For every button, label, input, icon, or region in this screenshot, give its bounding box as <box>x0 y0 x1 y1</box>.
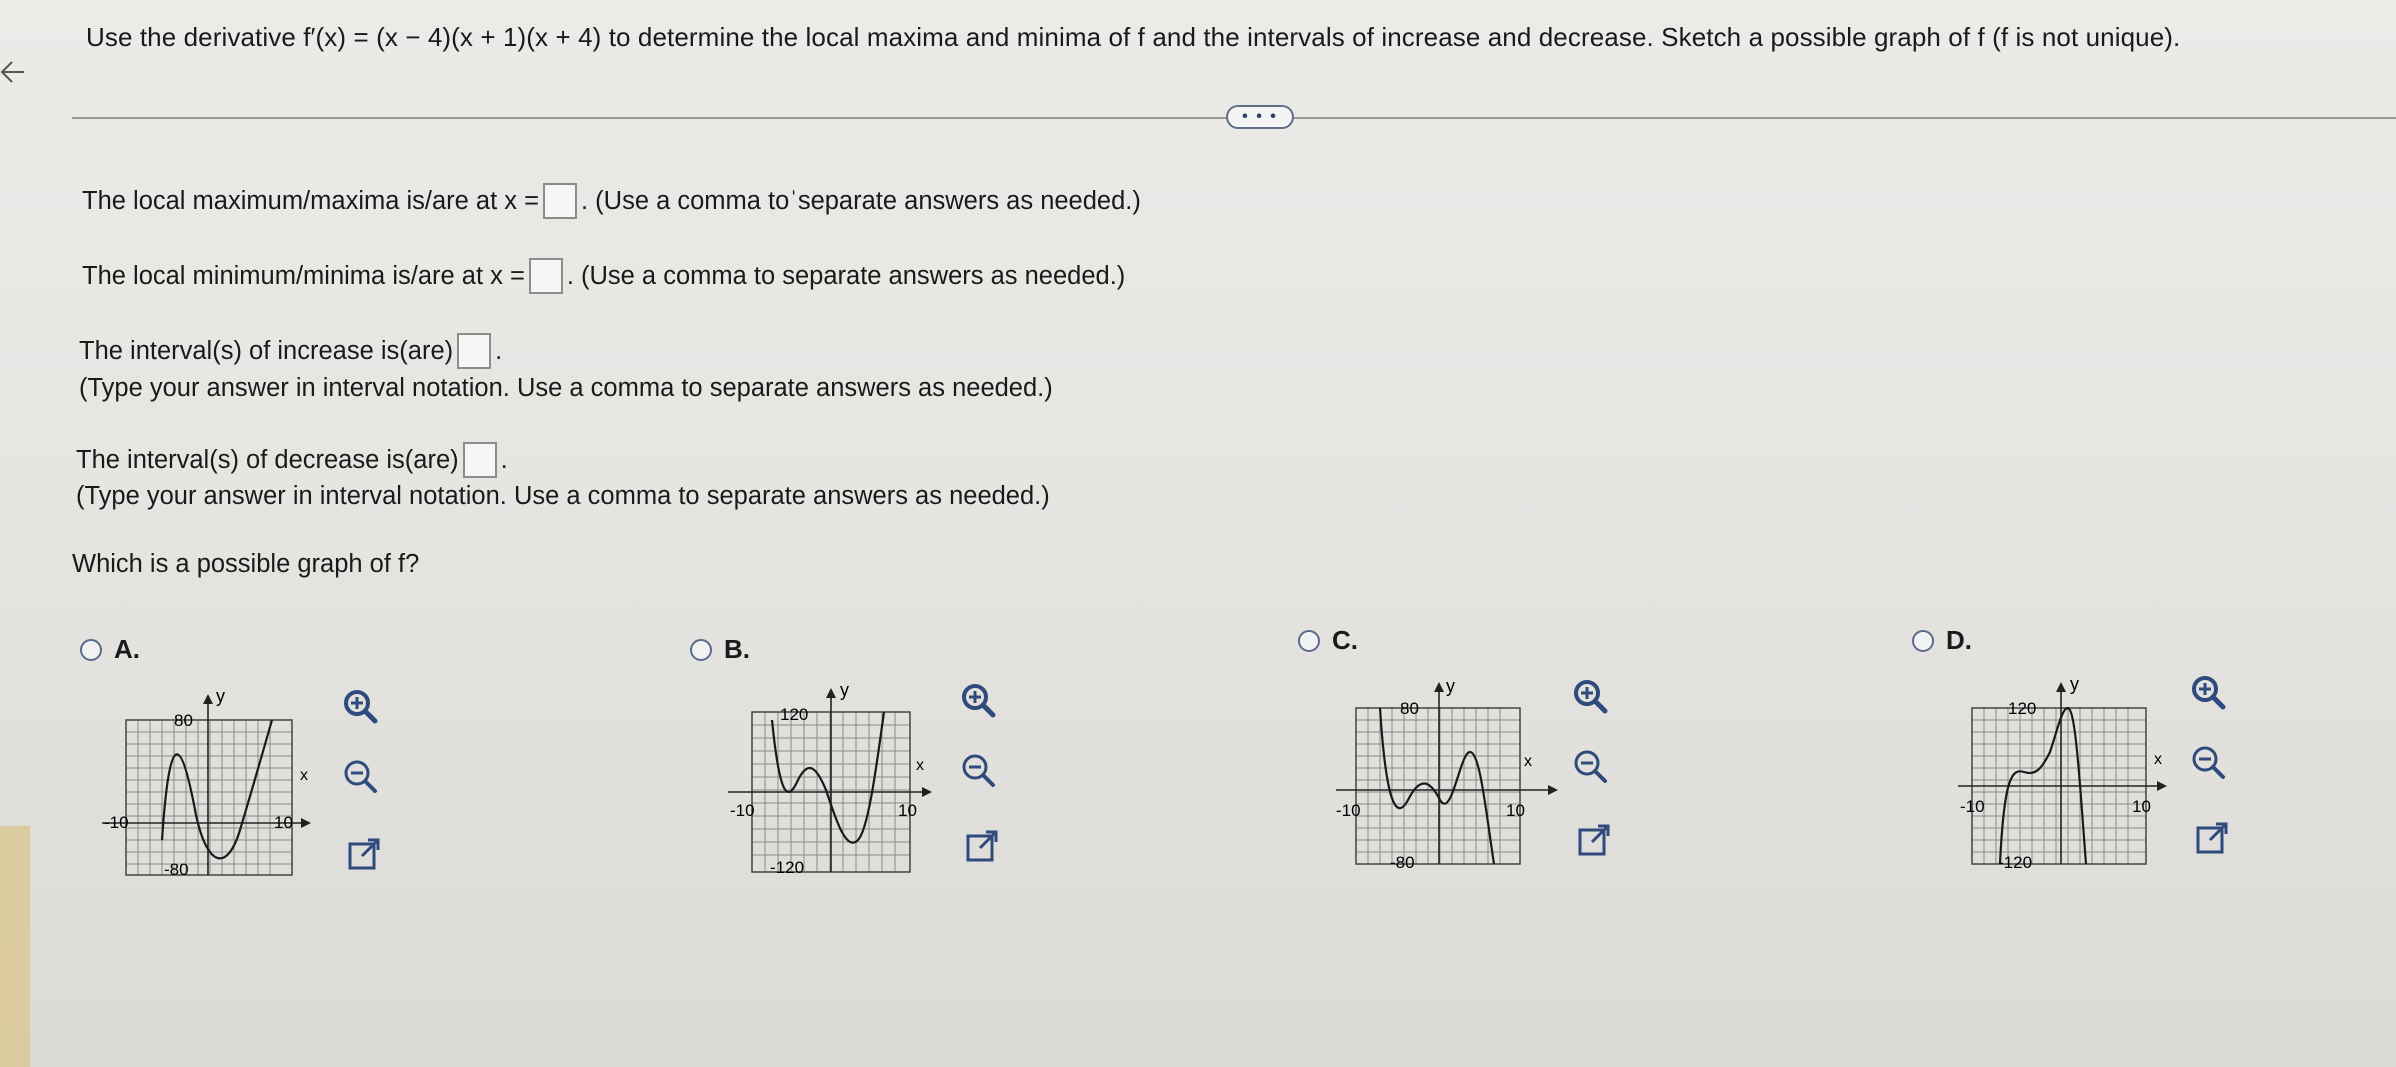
local-min-label: The local minimum/minima is/are at x = <box>82 261 525 290</box>
question-text: Use the derivative f′(x) = (x − 4)(x + 1… <box>86 22 2181 52</box>
zoom-in-icon[interactable] <box>2188 672 2228 712</box>
graph-b-xright: 10 <box>898 801 917 820</box>
increase-note: (Type your answer in interval notation. … <box>79 374 1053 402</box>
local-min-note: . (Use a comma to separate answers as ne… <box>566 261 1126 290</box>
left-edge-strip <box>0 826 30 1067</box>
option-a[interactable]: A. <box>80 634 140 665</box>
option-b-label: B. <box>724 634 750 664</box>
local-min-input[interactable] <box>528 258 563 294</box>
graph-a[interactable]: y x 80 -80 -10 10 <box>102 680 322 885</box>
increase-row: The interval(s) of increase is(are) . <box>79 333 502 369</box>
option-c-label: C. <box>1332 625 1358 655</box>
increase-input[interactable] <box>457 333 492 369</box>
zoom-out-icon[interactable] <box>2188 742 2228 782</box>
graph-b-ybot: -120 <box>770 858 804 877</box>
graph-b[interactable]: y x 120 -120 -10 10 <box>728 680 948 885</box>
graph-c-ytop: 80 <box>1400 699 1419 718</box>
zoom-out-icon[interactable] <box>958 750 998 790</box>
increase-label: The interval(s) of increase is(are) <box>79 336 454 365</box>
graph-c-ylabel: y <box>1446 676 1455 696</box>
local-max-note: . (Use a comma toˈseparate answers as ne… <box>581 186 1141 215</box>
increase-period: . <box>495 336 503 365</box>
option-a-radio[interactable] <box>80 638 102 661</box>
option-d-radio[interactable] <box>1912 629 1934 652</box>
graph-c[interactable]: y x 80 -80 -10 10 <box>1336 672 1561 877</box>
graph-c-xleft: -10 <box>1336 801 1361 820</box>
graph-d-ybot: -120 <box>1998 853 2032 872</box>
graph-a-xleft: -10 <box>104 813 129 832</box>
graph-a-ytop: 80 <box>174 711 193 730</box>
graph-a-ybot: -80 <box>164 860 189 879</box>
decrease-note: (Type your answer in interval notation. … <box>76 482 1050 510</box>
graph-b-xlabel: x <box>916 757 924 774</box>
external-link-icon[interactable] <box>344 834 384 874</box>
graph-d-xleft: -10 <box>1960 797 1985 816</box>
local-min-row: The local minimum/minima is/are at x = .… <box>82 258 1125 294</box>
decrease-period: . <box>500 445 508 474</box>
option-d[interactable]: D. <box>1912 625 1972 656</box>
graph-a-xlabel: x <box>300 767 308 784</box>
option-c-radio[interactable] <box>1298 629 1320 652</box>
zoom-out-icon[interactable] <box>1570 746 1610 786</box>
graph-c-xright: 10 <box>1506 801 1525 820</box>
graph-a-xright: 10 <box>274 813 293 832</box>
zoom-in-icon[interactable] <box>958 680 998 720</box>
external-link-icon[interactable] <box>1574 820 1614 860</box>
local-max-input[interactable] <box>543 183 578 219</box>
local-max-row: The local maximum/maxima is/are at x = .… <box>82 183 1141 219</box>
zoom-out-icon[interactable] <box>340 756 380 796</box>
graph-d[interactable]: y x 120 -120 -10 10 <box>1958 668 2183 873</box>
graph-prompt: Which is a possible graph of f? <box>72 550 420 578</box>
external-link-icon[interactable] <box>2192 818 2232 858</box>
local-max-label: The local maximum/maxima is/are at x = <box>82 186 540 215</box>
graph-d-xlabel: x <box>2154 751 2162 768</box>
graph-d-ytop: 120 <box>2008 699 2036 718</box>
option-b-radio[interactable] <box>690 638 712 661</box>
decrease-input[interactable] <box>462 442 497 478</box>
option-a-label: A. <box>114 634 140 664</box>
zoom-in-icon[interactable] <box>340 686 380 726</box>
graph-b-ylabel: y <box>840 680 849 700</box>
decrease-label: The interval(s) of decrease is(are) <box>76 445 459 474</box>
graph-d-ylabel: y <box>2070 674 2079 694</box>
option-d-label: D. <box>1946 625 1972 655</box>
graph-c-ybot: -80 <box>1390 853 1415 872</box>
graph-d-xright: 10 <box>2132 797 2151 816</box>
option-c[interactable]: C. <box>1298 625 1358 656</box>
graph-c-xlabel: x <box>1524 753 1532 770</box>
external-link-icon[interactable] <box>962 826 1002 866</box>
graph-a-ylabel: y <box>216 686 225 706</box>
more-button[interactable]: • • • <box>1226 105 1294 129</box>
graph-b-ytop: 120 <box>780 705 808 724</box>
back-arrow-icon[interactable] <box>0 52 34 92</box>
graph-b-xleft: -10 <box>730 801 755 820</box>
zoom-in-icon[interactable] <box>1570 676 1610 716</box>
option-b[interactable]: B. <box>690 634 750 665</box>
decrease-row: The interval(s) of decrease is(are) . <box>76 442 508 478</box>
